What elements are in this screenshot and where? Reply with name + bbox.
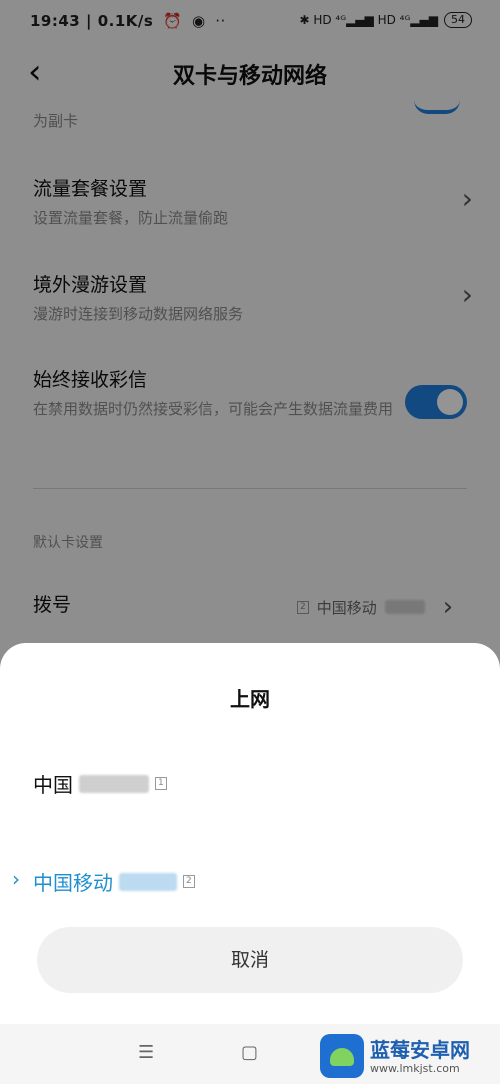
sheet-title: 上网 bbox=[230, 687, 270, 711]
option-carrier: 中国 bbox=[33, 773, 73, 797]
sim-option-1[interactable]: 中国 1 bbox=[33, 769, 167, 798]
sim-option-2[interactable]: 中国移动 2 bbox=[33, 867, 195, 896]
home-icon[interactable]: ▢ bbox=[241, 1042, 258, 1063]
cancel-button[interactable]: 取消 bbox=[37, 927, 463, 993]
selected-chevron-icon: › bbox=[12, 867, 20, 891]
menu-icon[interactable]: ☰ bbox=[138, 1042, 154, 1063]
option-carrier: 中国移动 bbox=[33, 871, 113, 895]
watermark-name: 蓝莓安卓网 bbox=[370, 1037, 470, 1062]
blurred-text bbox=[79, 774, 149, 793]
blurred-text bbox=[119, 872, 177, 891]
sim-badge: 1 bbox=[155, 777, 167, 790]
network-picker-sheet: 上网 中国 1 › 中国移动 2 取消 bbox=[0, 643, 500, 1024]
watermark: 蓝莓安卓网 www.lmkjst.com bbox=[320, 1030, 495, 1082]
sim-badge: 2 bbox=[183, 875, 195, 888]
watermark-url: www.lmkjst.com bbox=[370, 1061, 460, 1075]
watermark-logo-icon bbox=[320, 1034, 364, 1078]
